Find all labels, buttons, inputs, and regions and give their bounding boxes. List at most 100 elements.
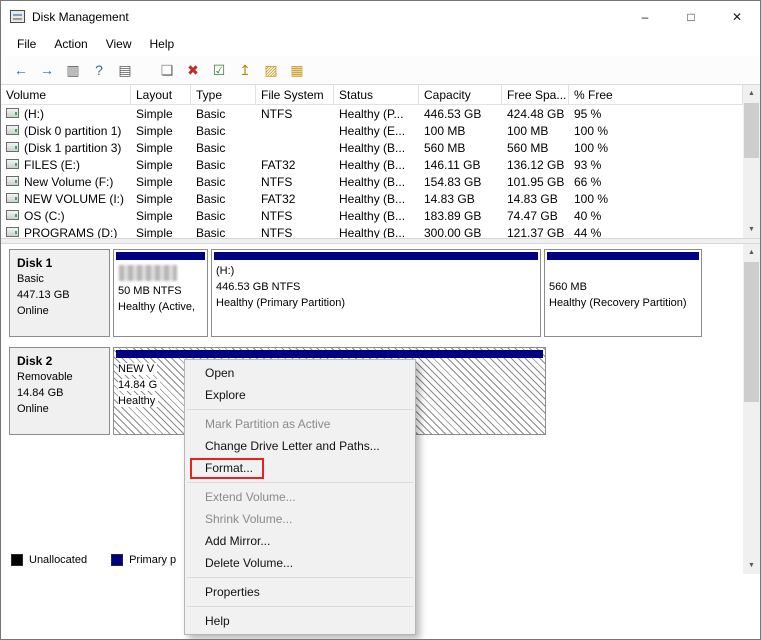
- maximize-button[interactable]: □: [668, 1, 714, 32]
- cell-type: Basic: [191, 209, 256, 223]
- disk-1-label[interactable]: Disk 1 Basic 447.13 GB Online: [9, 249, 110, 337]
- close-button[interactable]: ✕: [714, 1, 760, 32]
- scrollbar-thumb[interactable]: [744, 103, 759, 158]
- menu-file[interactable]: File: [8, 34, 45, 54]
- table-row-programs-d[interactable]: PROGRAMS (D:)SimpleBasicNTFSHealthy (B..…: [1, 224, 743, 238]
- cell-status: Healthy (P...: [334, 107, 419, 121]
- cell-layout: Simple: [131, 141, 191, 155]
- help-button[interactable]: ?: [86, 58, 112, 82]
- action-pane-button[interactable]: ▤: [112, 58, 138, 82]
- scroll-down-icon[interactable]: ▼: [743, 557, 760, 574]
- graphical-view-scrollbar[interactable]: ▲ ▼: [743, 244, 760, 574]
- column-header-type[interactable]: Type: [191, 85, 256, 104]
- menu-item-properties[interactable]: Properties: [186, 581, 414, 603]
- menu-item-open[interactable]: Open: [186, 362, 414, 384]
- scroll-down-icon[interactable]: ▼: [743, 221, 760, 238]
- menu-item-label: Mark Partition as Active: [205, 417, 330, 431]
- dialog-button[interactable]: ❏: [154, 58, 180, 82]
- disk-1-partitions: 50 MB NTFS Healthy (Active, (H:) 446.53 …: [113, 249, 702, 337]
- menu-help[interactable]: Help: [141, 34, 184, 54]
- menu-item-label: Explore: [205, 388, 246, 402]
- disk-management-app-icon: [10, 10, 25, 23]
- cell-type: Basic: [191, 158, 256, 172]
- open-folder-button[interactable]: ▨: [258, 58, 284, 82]
- partition-disk1-h[interactable]: (H:) 446.53 GB NTFS Healthy (Primary Par…: [211, 249, 541, 337]
- table-row-new-volume-f[interactable]: New Volume (F:)SimpleBasicNTFSHealthy (B…: [1, 173, 743, 190]
- cell-pct_free: 100 %: [569, 192, 743, 206]
- menu-item-change-drive-letter-and-paths[interactable]: Change Drive Letter and Paths...: [186, 435, 414, 457]
- column-header-status[interactable]: Status: [334, 85, 419, 104]
- table-row-files-e[interactable]: FILES (E:)SimpleBasicFAT32Healthy (B...1…: [1, 156, 743, 173]
- menu-item-add-mirror[interactable]: Add Mirror...: [186, 530, 414, 552]
- volume-icon: [6, 176, 19, 186]
- column-header-file-system[interactable]: File System: [256, 85, 334, 104]
- menu-item-explore[interactable]: Explore: [186, 384, 414, 406]
- volume-list-scrollbar[interactable]: ▲ ▼: [743, 85, 760, 238]
- menu-action[interactable]: Action: [45, 34, 96, 54]
- partition-disk1-system[interactable]: 50 MB NTFS Healthy (Active,: [113, 249, 208, 337]
- table-row-disk-0-partition-1[interactable]: (Disk 0 partition 1)SimpleBasicHealthy (…: [1, 122, 743, 139]
- console-tree-button[interactable]: ▥: [60, 58, 86, 82]
- cell-type: Basic: [191, 141, 256, 155]
- cell-volume: OS (C:): [1, 209, 131, 223]
- menu-item-label: Delete Volume...: [205, 556, 293, 570]
- menu-item-label: Add Mirror...: [205, 534, 270, 548]
- cell-status: Healthy (B...: [334, 175, 419, 189]
- cell-free_space: 121.37 GB: [502, 226, 569, 239]
- properties-check-button[interactable]: ☑: [206, 58, 232, 82]
- cell-free_space: 100 MB: [502, 124, 569, 138]
- volume-icon: [6, 210, 19, 220]
- disk-type: Basic: [17, 271, 102, 287]
- table-row-new-volume-i[interactable]: NEW VOLUME (I:)SimpleBasicFAT32Healthy (…: [1, 190, 743, 207]
- volume-icon: [6, 227, 19, 237]
- partition-name-line: NEW V: [118, 363, 157, 375]
- cell-pct_free: 95 %: [569, 107, 743, 121]
- scroll-up-icon[interactable]: ▲: [743, 244, 760, 261]
- mount-button[interactable]: ↥: [232, 58, 258, 82]
- column-header-layout[interactable]: Layout: [131, 85, 191, 104]
- disk-type: Removable: [17, 369, 102, 385]
- forward-button[interactable]: →: [34, 58, 60, 82]
- clipboard-button[interactable]: ▦: [284, 58, 310, 82]
- volume-icon: [6, 193, 19, 203]
- column-header-free[interactable]: % Free: [569, 85, 743, 104]
- menu-view[interactable]: View: [97, 34, 141, 54]
- menu-item-help[interactable]: Help: [186, 610, 414, 632]
- format-annotation-box: Format...: [190, 458, 264, 479]
- cell-layout: Simple: [131, 124, 191, 138]
- minimize-button[interactable]: –: [622, 1, 668, 32]
- cell-capacity: 300.00 GB: [419, 226, 502, 239]
- disk-1-row: Disk 1 Basic 447.13 GB Online 50 MB NTFS…: [9, 249, 702, 337]
- column-header-free-spa[interactable]: Free Spa...: [502, 85, 569, 104]
- scrollbar-thumb[interactable]: [744, 262, 759, 402]
- disk-management-window: Disk Management – □ ✕ FileActionViewHelp…: [0, 0, 761, 640]
- maximize-icon: □: [687, 10, 694, 24]
- menu-separator: [187, 577, 413, 578]
- table-row-os-c[interactable]: OS (C:)SimpleBasicNTFSHealthy (B...183.8…: [1, 207, 743, 224]
- column-header-capacity[interactable]: Capacity: [419, 85, 502, 104]
- scroll-up-icon[interactable]: ▲: [743, 85, 760, 102]
- back-icon: ←: [14, 63, 28, 77]
- volume-table-header: VolumeLayoutTypeFile SystemStatusCapacit…: [1, 85, 743, 105]
- cell-type: Basic: [191, 124, 256, 138]
- column-header-volume[interactable]: Volume: [1, 85, 131, 104]
- delete-volume-button[interactable]: ✖: [180, 58, 206, 82]
- table-row-h[interactable]: (H:)SimpleBasicNTFSHealthy (P...446.53 G…: [1, 105, 743, 122]
- menu-item-label: Open: [205, 366, 234, 380]
- back-button[interactable]: ←: [8, 58, 34, 82]
- disk-2-label[interactable]: Disk 2 Removable 14.84 GB Online: [9, 347, 110, 435]
- close-icon: ✕: [732, 10, 742, 24]
- cell-free_space: 14.83 GB: [502, 192, 569, 206]
- disk-name: Disk 1: [17, 255, 102, 271]
- table-row-disk-1-partition-3[interactable]: (Disk 1 partition 3)SimpleBasicHealthy (…: [1, 139, 743, 156]
- cell-pct_free: 44 %: [569, 226, 743, 239]
- cell-type: Basic: [191, 192, 256, 206]
- menu-item-delete-volume[interactable]: Delete Volume...: [186, 552, 414, 574]
- menu-item-format[interactable]: Format...: [186, 457, 414, 479]
- legend-swatch: [111, 554, 123, 566]
- partition-disk1-recovery[interactable]: 560 MB Healthy (Recovery Partition): [544, 249, 702, 337]
- volume-icon: [6, 142, 19, 152]
- menu-item-shrink-volume: Shrink Volume...: [186, 508, 414, 530]
- legend: UnallocatedPrimary p: [11, 554, 200, 566]
- mount-icon: ↥: [239, 63, 251, 77]
